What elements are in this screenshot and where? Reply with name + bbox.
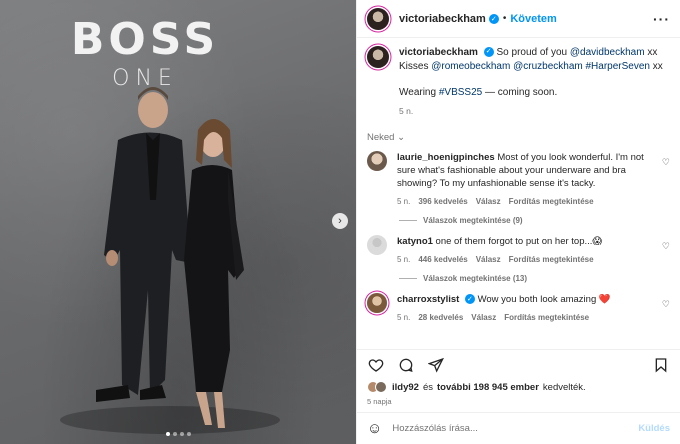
likes-others[interactable]: további 198 945 ember (437, 382, 539, 393)
commenter-username[interactable]: laurie_hoenigpinches (397, 152, 495, 163)
comment-likes[interactable]: 446 kedvelés (418, 253, 467, 266)
chevron-down-icon: ⌄ (397, 132, 406, 143)
post-header: victoriabeckham ✓ • Követem ··· (357, 0, 680, 38)
caption-text: So proud of you (496, 47, 568, 58)
see-translation-button[interactable]: Fordítás megtekintése (509, 195, 594, 208)
replies-line (399, 278, 417, 279)
replies-line (399, 220, 417, 221)
comment-icon[interactable] (397, 356, 415, 374)
hashtag-link[interactable]: #VBSS25 (439, 87, 482, 98)
photo-figures (60, 87, 280, 434)
commenter-username[interactable]: katyno1 (397, 236, 433, 247)
hashtag-link[interactable]: #HarperSeven (586, 61, 650, 72)
likes-suffix: kedvelték. (542, 381, 586, 393)
man-figure (96, 87, 190, 402)
caption-body: victoriabeckham ✓ So proud of you @david… (399, 46, 670, 118)
caption-time: 5 n. (399, 106, 414, 116)
commenter-avatar[interactable] (367, 151, 387, 171)
comment-likes[interactable]: 28 kedvelés (418, 311, 463, 324)
verified-badge-icon: ✓ (488, 13, 499, 24)
mention-link[interactable]: @romeobeckham (431, 61, 510, 72)
caption: victoriabeckham ✓ So proud of you @david… (367, 46, 670, 118)
comment-meta: 5 n. 396 kedvelés Válasz Fordítás megtek… (397, 195, 646, 208)
like-comment-icon[interactable]: ♡ (656, 151, 670, 208)
caption-username[interactable]: victoriabeckham (399, 47, 478, 58)
comments-scroll[interactable]: victoriabeckham ✓ So proud of you @david… (357, 38, 680, 349)
woman-figure (184, 119, 244, 428)
comment-meta: 5 n. 28 kedvelés Válasz Fordítás megteki… (397, 311, 646, 324)
emoji-icon[interactable]: ☺ (367, 420, 382, 437)
caption-avatar[interactable] (367, 46, 389, 68)
like-comment-icon[interactable]: ♡ (656, 293, 670, 324)
share-icon[interactable] (427, 356, 445, 374)
mention-link[interactable]: @cruzbeckham (513, 61, 583, 72)
comment-composer: ☺ Küldés (357, 412, 680, 444)
comment-body: laurie_hoenigpinches Most of you look wo… (397, 151, 646, 208)
for-you-toggle[interactable]: Neked ⌄ (367, 132, 670, 143)
post-image[interactable]: BOSS ONE › (0, 0, 356, 444)
mention-link[interactable]: @davidbeckham (570, 47, 645, 58)
caption-line2: Wearing #VBSS25 — coming soon. (399, 86, 670, 100)
comment-text: Wow you both look amazing ❤️ (477, 294, 611, 305)
carousel-dot (165, 432, 170, 436)
for-you-label: Neked (367, 132, 395, 143)
carousel-indicators (0, 432, 356, 436)
comment-item: charroxstylist ✓ Wow you both look amazi… (367, 293, 670, 324)
caption-text: Wearing (399, 87, 437, 98)
comment-text: one of them forgot to put on her top...😱 (435, 236, 603, 247)
following-button[interactable]: Követem (510, 13, 556, 25)
author-avatar[interactable] (367, 7, 389, 30)
next-image-button[interactable]: › (332, 213, 348, 229)
like-icon[interactable] (367, 356, 385, 374)
verified-badge-icon: ✓ (483, 47, 494, 58)
caption-text: — coming soon. (485, 87, 558, 98)
likes-summary[interactable]: ildy92 és további 198 945 ember kedvelté… (357, 379, 680, 395)
liker-avatar (375, 381, 387, 393)
carousel-dot (179, 432, 184, 436)
comment-input[interactable] (392, 423, 629, 434)
view-replies-label: Válaszok megtekintése (9) (423, 216, 523, 225)
comment-time: 5 n. (397, 197, 411, 206)
comment-meta: 5 n. 446 kedvelés Válasz Fordítás megtek… (397, 253, 646, 266)
comment-body: charroxstylist ✓ Wow you both look amazi… (397, 293, 646, 324)
comment-likes[interactable]: 396 kedvelés (418, 195, 467, 208)
caption-text: xx (652, 61, 663, 72)
see-translation-button[interactable]: Fordítás megtekintése (509, 253, 594, 266)
commenter-avatar[interactable] (367, 235, 387, 255)
view-replies-label: Válaszok megtekintése (13) (423, 274, 528, 283)
carousel-dot (172, 432, 177, 436)
comment-item: katyno1 one of them forgot to put on her… (367, 235, 670, 266)
reply-button[interactable]: Válasz (476, 253, 501, 266)
action-bar (357, 349, 680, 379)
likes-and: és (422, 381, 433, 393)
carousel-dot (186, 432, 191, 436)
separator: • (502, 13, 507, 24)
view-replies-button[interactable]: Válaszok megtekintése (13) (399, 274, 670, 283)
commenter-username[interactable]: charroxstylist (397, 294, 459, 305)
bookmark-icon[interactable] (652, 356, 670, 374)
verified-badge-icon: ✓ (464, 294, 475, 305)
commenter-avatar[interactable] (367, 293, 387, 313)
reply-button[interactable]: Válasz (471, 311, 496, 324)
author-username[interactable]: victoriabeckham (399, 13, 486, 25)
instagram-post-view: BOSS ONE › victoriabeckham ✓ • Követem ·… (0, 0, 680, 444)
more-options-icon[interactable]: ··· (653, 11, 670, 27)
post-sidebar: victoriabeckham ✓ • Követem ··· victoria… (356, 0, 680, 444)
comment-body: katyno1 one of them forgot to put on her… (397, 235, 646, 266)
reply-button[interactable]: Válasz (476, 195, 501, 208)
comment-item: laurie_hoenigpinches Most of you look wo… (367, 151, 670, 208)
view-replies-button[interactable]: Válaszok megtekintése (9) (399, 216, 670, 225)
send-button[interactable]: Küldés (638, 423, 670, 434)
liker-username[interactable]: ildy92 (392, 382, 419, 393)
like-comment-icon[interactable]: ♡ (656, 235, 670, 266)
post-date: 5 napja (367, 397, 392, 406)
see-translation-button[interactable]: Fordítás megtekintése (504, 311, 589, 324)
comment-time: 5 n. (397, 313, 411, 322)
comment-time: 5 n. (397, 255, 411, 264)
